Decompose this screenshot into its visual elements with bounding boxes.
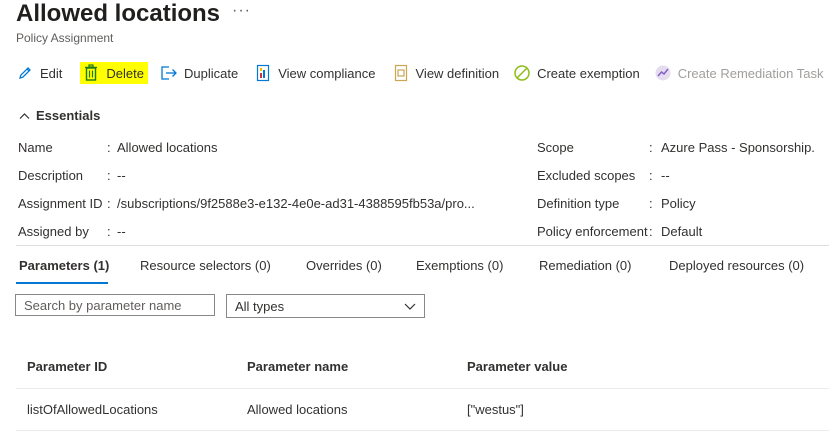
assigned-by-key: Assigned by <box>18 224 89 239</box>
page-subtitle: Policy Assignment <box>16 31 114 45</box>
type-filter-value: All types <box>235 298 285 314</box>
scope-value[interactable]: Azure Pass - Sponsorship. <box>661 140 815 155</box>
separator: : <box>107 168 111 183</box>
separator: : <box>107 196 111 211</box>
essentials-policy-enforcement-row: Policy enforcement : Default <box>537 224 829 244</box>
divider <box>16 245 829 246</box>
tab-deployed-resources[interactable]: Deployed resources (0) <box>669 258 804 273</box>
page-title: Allowed locations <box>16 0 221 27</box>
separator: : <box>649 196 653 211</box>
command-bar: Edit Delete Duplicate View compliance Vi… <box>16 62 823 84</box>
chevron-up-icon <box>19 108 30 123</box>
essentials-definition-type-row: Definition type : Policy <box>537 196 829 216</box>
separator: : <box>649 224 653 239</box>
policy-enforcement-key: Policy enforcement <box>537 224 648 239</box>
column-header-parameter-name: Parameter name <box>247 359 349 374</box>
create-remediation-label: Create Remediation Task <box>677 65 824 81</box>
view-compliance-button[interactable]: View compliance <box>254 62 376 84</box>
tab-parameters[interactable]: Parameters (1) <box>19 258 109 273</box>
definition-icon <box>392 64 410 82</box>
edit-button[interactable]: Edit <box>16 62 62 84</box>
definition-type-value: Policy <box>661 196 696 211</box>
separator: : <box>107 224 111 239</box>
table-header-divider <box>16 388 829 389</box>
assigned-by-value: -- <box>117 224 126 239</box>
duplicate-label: Duplicate <box>183 65 239 81</box>
tab-overrides[interactable]: Overrides (0) <box>306 258 382 273</box>
name-value: Allowed locations <box>117 140 218 155</box>
duplicate-icon <box>160 64 178 82</box>
view-definition-button[interactable]: View definition <box>392 62 500 84</box>
essentials-scope-row: Scope : Azure Pass - Sponsorship. <box>537 140 829 160</box>
active-tab-indicator <box>16 282 108 284</box>
create-remediation-task-button[interactable]: Create Remediation Task <box>654 62 824 84</box>
delete-button[interactable]: Delete <box>80 62 148 84</box>
table-row-divider <box>16 430 829 431</box>
trash-icon <box>82 64 100 82</box>
tab-resource-selectors[interactable]: Resource selectors (0) <box>140 258 271 273</box>
compliance-report-icon <box>254 64 272 82</box>
essentials-assignment-id-row: Assignment ID : /subscriptions/9f2588e3-… <box>18 196 518 216</box>
remediation-icon <box>654 64 672 82</box>
description-value: -- <box>117 168 126 183</box>
cell-parameter-name: Allowed locations <box>247 402 348 417</box>
column-header-parameter-id: Parameter ID <box>27 359 108 374</box>
scope-key: Scope <box>537 140 574 155</box>
tab-remediation[interactable]: Remediation (0) <box>539 258 632 273</box>
separator: : <box>107 140 111 155</box>
parameter-search-input[interactable]: Search by parameter name <box>15 294 215 316</box>
pencil-icon <box>16 64 34 82</box>
essentials-excluded-scopes-row: Excluded scopes : -- <box>537 168 829 188</box>
cell-parameter-value: ["westus"] <box>467 402 524 417</box>
assignment-id-value: /subscriptions/9f2588e3-e132-4e0e-ad31-4… <box>117 196 475 211</box>
essentials-description-row: Description : -- <box>18 168 518 188</box>
column-header-parameter-value: Parameter value <box>467 359 568 374</box>
description-key: Description <box>18 168 84 183</box>
cell-parameter-id: listOfAllowedLocations <box>27 402 158 417</box>
delete-label: Delete <box>106 65 144 81</box>
type-filter-dropdown[interactable]: All types <box>226 294 425 318</box>
separator: : <box>649 168 653 183</box>
separator: : <box>649 140 653 155</box>
name-key: Name <box>18 140 53 155</box>
essentials-assigned-by-row: Assigned by : -- <box>18 224 518 244</box>
view-definition-label: View definition <box>415 65 500 81</box>
essentials-name-row: Name : Allowed locations <box>18 140 518 160</box>
essentials-toggle[interactable]: Essentials <box>19 108 100 123</box>
exemption-icon <box>513 64 531 82</box>
chevron-down-icon <box>404 300 416 315</box>
duplicate-button[interactable]: Duplicate <box>160 62 238 84</box>
essentials-label: Essentials <box>36 108 101 123</box>
view-compliance-label: View compliance <box>278 65 376 81</box>
tab-bar: Parameters (1) Resource selectors (0) Ov… <box>16 258 829 280</box>
excluded-scopes-key: Excluded scopes <box>537 168 636 183</box>
definition-type-key: Definition type <box>537 196 620 211</box>
create-exemption-button[interactable]: Create exemption <box>513 62 640 84</box>
tab-exemptions[interactable]: Exemptions (0) <box>416 258 503 273</box>
edit-label: Edit <box>40 65 63 81</box>
search-placeholder: Search by parameter name <box>24 297 182 313</box>
excluded-scopes-value: -- <box>661 168 670 183</box>
more-options-button[interactable]: ··· <box>232 2 251 20</box>
assignment-id-key: Assignment ID <box>18 196 103 211</box>
policy-enforcement-value: Default <box>661 224 703 239</box>
create-exemption-label: Create exemption <box>537 65 640 81</box>
